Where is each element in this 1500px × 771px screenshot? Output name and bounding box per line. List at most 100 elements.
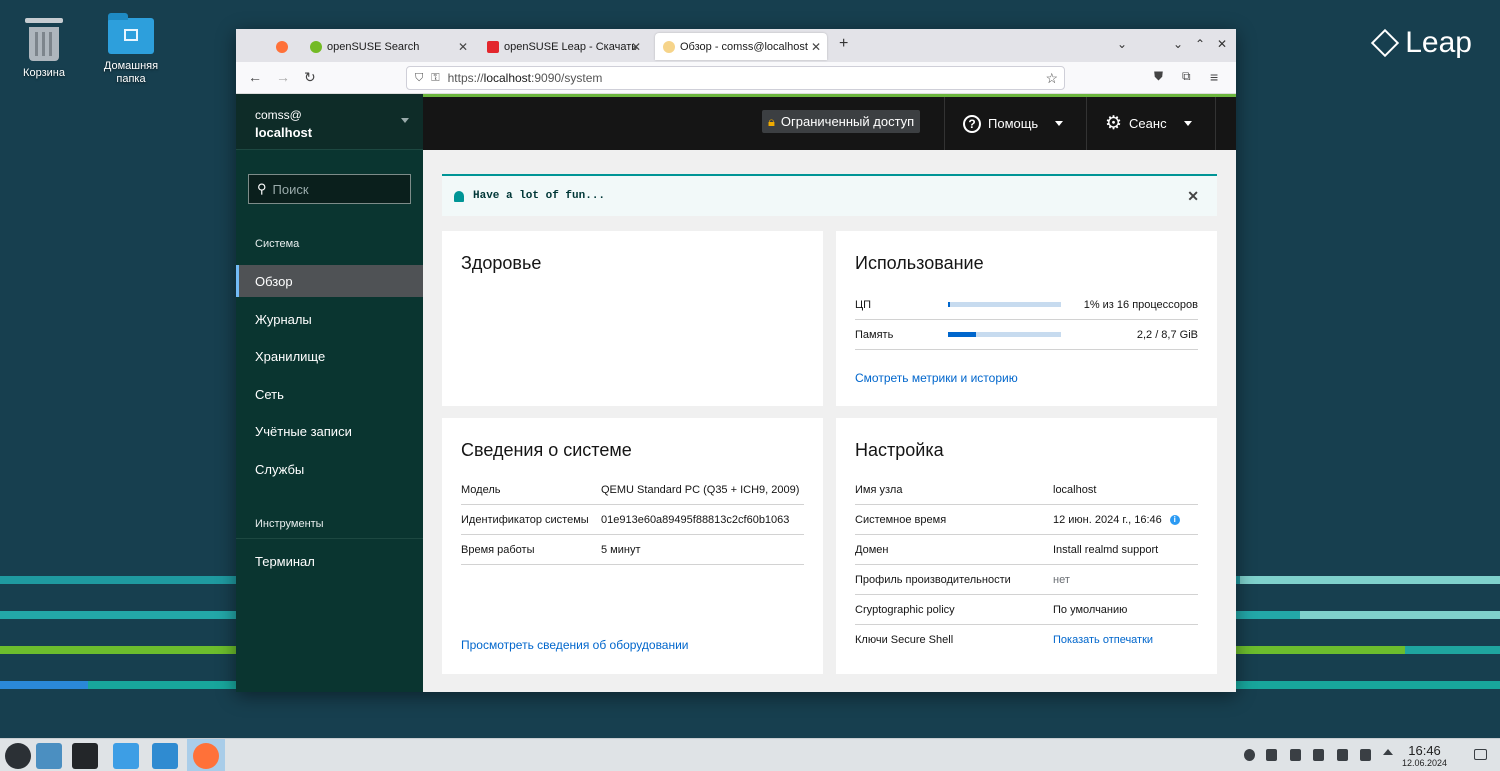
firefox-icon (276, 40, 288, 53)
bookmark-star-icon[interactable]: ☆ (1045, 70, 1058, 87)
tab-firefox-view[interactable] (270, 33, 294, 60)
row-key: Модель (461, 483, 501, 496)
sysinfo-row: Модель QEMU Standard PC (Q35 + ICH9, 2009… (461, 475, 804, 505)
show-fingerprints-link[interactable]: Показать отпечатки (1053, 634, 1153, 646)
lock-icon: 🔒︎ (768, 113, 775, 129)
extensions-icon[interactable]: ⧉ (1182, 69, 1191, 84)
tab-opensuse-search[interactable]: openSUSE Search ✕ (302, 33, 474, 60)
sidebar-item-overview[interactable]: Обзор (236, 265, 423, 297)
search-placeholder: Поиск (272, 181, 309, 197)
close-icon[interactable]: ✕ (1187, 188, 1199, 205)
row-key: Ключи Secure Shell (855, 634, 954, 646)
removable-media-icon[interactable] (1337, 749, 1348, 761)
pocket-icon[interactable]: ⛊ (1154, 69, 1163, 84)
url-text: https://localhost:9090/system (447, 71, 603, 85)
top-bar: 🔒︎ Ограниченный доступ ? Помощь ⚙ Сеанс (423, 94, 1236, 150)
system-settings-icon[interactable] (72, 743, 98, 769)
row-value: 5 минут (601, 543, 641, 556)
sidebar-item-terminal[interactable]: Терминал (236, 545, 423, 577)
close-window-button[interactable]: ✕ (1217, 37, 1227, 51)
tab-cockpit-overview[interactable]: Обзор - comss@localhost ✕ (655, 33, 827, 60)
sidebar-item-accounts[interactable]: Учётные записи (236, 415, 423, 447)
restricted-access-label: Ограниченный доступ (780, 114, 915, 129)
sidebar-item-storage[interactable]: Хранилище (236, 340, 423, 372)
forward-arrow-icon[interactable]: → (276, 69, 290, 85)
desktop-icon-label: Домашняя папка (103, 60, 159, 85)
notifications-icon[interactable] (1360, 749, 1371, 761)
usage-cpu-row: ЦП 1% из 16 процессоров (855, 290, 1198, 320)
help-menu[interactable]: ? Помощь (944, 97, 1086, 150)
list-tabs-chevron-icon[interactable]: ⌄ (1117, 37, 1127, 51)
caret-down-icon (1183, 121, 1192, 126)
row-key: Домен (855, 543, 889, 556)
card-title: Использование (855, 253, 984, 273)
volume-icon[interactable] (1313, 749, 1324, 761)
row-key: Профиль производительности (855, 573, 1011, 586)
url-bar[interactable]: ⛉ ⚿ https://localhost:9090/system ☆ (406, 66, 1065, 90)
session-menu[interactable]: ⚙ Сеанс (1086, 97, 1216, 150)
search-icon: ⚲ (257, 181, 267, 196)
tab-opensuse-leap[interactable]: openSUSE Leap - Скачать ✕ (479, 33, 647, 60)
search-input[interactable]: ⚲ Поиск (248, 174, 411, 204)
back-arrow-icon[interactable]: ← (248, 69, 262, 85)
minimize-button[interactable]: ⌄ (1173, 37, 1183, 51)
tab-label: Обзор - comss@localhost (680, 40, 808, 53)
sidebar-item-logs[interactable]: Журналы (236, 303, 423, 335)
domain-value[interactable]: Install realmd support (1053, 544, 1158, 556)
memory-progress-fill (948, 332, 976, 337)
memory-progress-bar (948, 332, 1061, 337)
desktop-icon-home[interactable]: Домашняя папка (91, 8, 171, 86)
trash-icon (25, 18, 63, 23)
clock[interactable]: 16:46 12.06.2024 (1402, 744, 1447, 769)
new-tab-button[interactable]: + (839, 35, 848, 53)
tab-close-icon[interactable]: ✕ (631, 40, 641, 54)
bell-icon (454, 190, 464, 202)
usage-card: Использование ЦП 1% из 16 процессоров Па… (836, 231, 1217, 406)
updates-icon[interactable] (1244, 749, 1255, 761)
help-icon: ? (963, 114, 981, 133)
motd-alert: Have a lot of fun... ✕ (442, 174, 1217, 216)
tab-close-icon[interactable]: ✕ (458, 40, 468, 54)
view-hardware-link[interactable]: Просмотреть сведения об оборудовании (461, 638, 689, 652)
expand-tray-icon[interactable] (1383, 749, 1393, 755)
restricted-access-button[interactable]: 🔒︎ Ограниченный доступ (762, 110, 921, 133)
desktop-pager-icon[interactable] (36, 743, 62, 769)
show-desktop-icon[interactable] (1474, 749, 1487, 760)
sidebar-item-network[interactable]: Сеть (236, 378, 423, 410)
caret-down-icon (1055, 121, 1064, 126)
crypto-policy-value[interactable]: По умолчанию (1053, 604, 1127, 616)
opensuse-icon (310, 40, 322, 53)
clock-time: 16:46 (1408, 743, 1441, 758)
host-user: comss@ (255, 108, 302, 122)
cockpit-icon (663, 40, 675, 53)
gear-icon: ⚙ (1105, 113, 1123, 134)
sidebar-item-services[interactable]: Службы (236, 453, 423, 485)
config-row: Имя узла localhost (855, 475, 1198, 505)
info-icon[interactable]: i (1169, 514, 1180, 525)
row-key: Cryptographic policy (855, 603, 955, 616)
row-key: Идентификатор системы (461, 513, 589, 526)
performance-profile-value[interactable]: нет (1053, 574, 1070, 586)
cpu-progress-bar (948, 302, 1061, 307)
reload-icon[interactable]: ↻ (304, 69, 316, 86)
opensuse-menu-icon[interactable] (5, 743, 31, 769)
discover-icon[interactable] (113, 743, 139, 769)
maximize-button[interactable]: ⌃ (1195, 37, 1205, 51)
taskbar: 16:46 12.06.2024 (0, 738, 1500, 771)
row-key: Системное время (855, 513, 947, 526)
menu-hamburger-icon[interactable]: ≡ (1210, 69, 1218, 85)
config-row: Ключи Secure Shell Показать отпечатки (855, 625, 1198, 655)
desktop-icon-trash[interactable]: Корзина (4, 8, 84, 80)
host-switcher[interactable]: comss@ localhost (236, 94, 423, 150)
view-metrics-link[interactable]: Смотреть метрики и историю (855, 371, 1018, 385)
taskbar-firefox-active[interactable] (187, 739, 225, 771)
help-label: Помощь (988, 116, 1039, 131)
network-icon[interactable] (1266, 749, 1277, 761)
leap-logo: Leap (1371, 26, 1472, 60)
system-info-card: Сведения о системе Модель QEMU Standard P… (442, 418, 823, 674)
download-site-icon (487, 40, 499, 53)
system-time-value[interactable]: 12 июн. 2024 г., 16:46 (1053, 514, 1162, 526)
file-manager-icon[interactable] (152, 743, 178, 769)
clipboard-icon[interactable] (1290, 749, 1301, 761)
tab-close-icon[interactable]: ✕ (811, 40, 821, 54)
